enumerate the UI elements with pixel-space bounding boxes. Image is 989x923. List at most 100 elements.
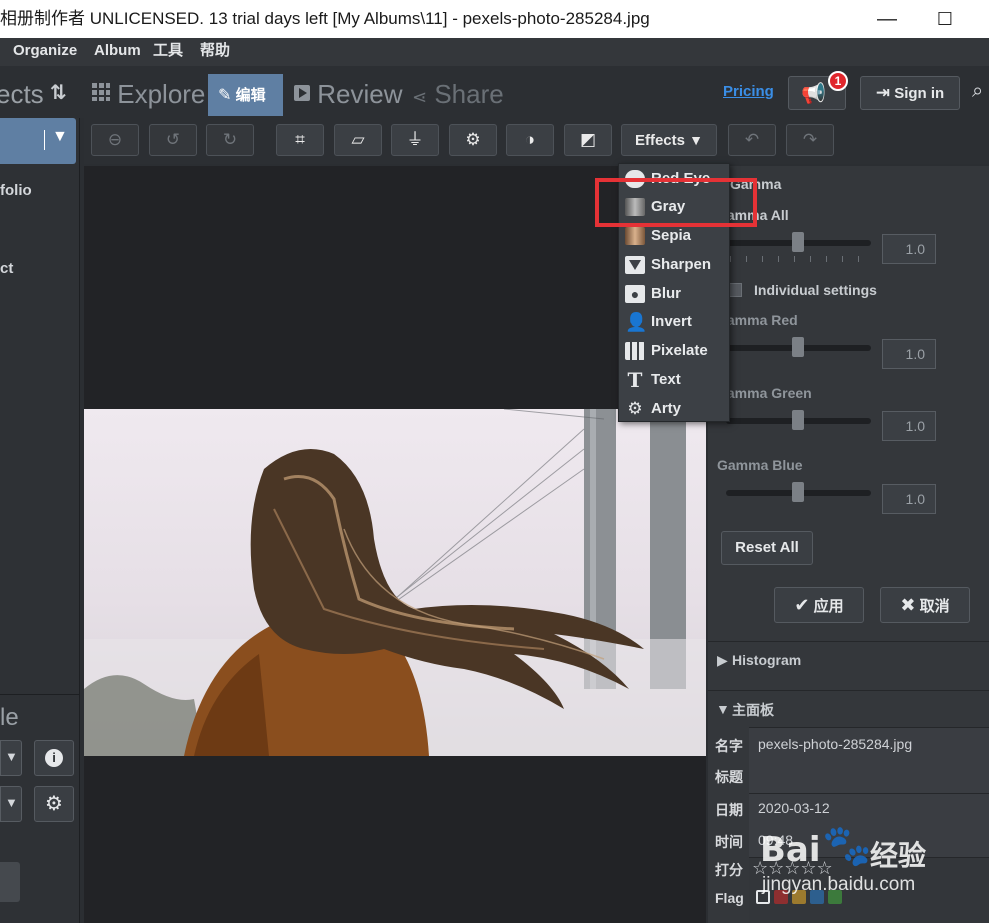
sidebar-item-portfolio[interactable]: folio — [0, 182, 32, 199]
reset-all-button[interactable]: Reset All — [721, 531, 813, 565]
chevron-down-icon: ▼ — [5, 749, 18, 764]
menu-tools[interactable]: 工具 — [153, 38, 183, 64]
gear-icon: ⚙ — [627, 399, 643, 419]
flag-color-picker[interactable] — [756, 890, 842, 906]
pencil-icon: ✎ — [218, 87, 232, 104]
remove-button[interactable]: ⊖ — [91, 124, 139, 156]
menu-item-blur[interactable]: ● Blur — [625, 281, 681, 307]
flag-none-swatch[interactable] — [756, 890, 770, 904]
histogram-label: Histogram — [732, 652, 802, 668]
dropdown-2[interactable]: ▼ — [0, 786, 22, 822]
menu-help[interactable]: 帮助 — [200, 38, 230, 64]
tab-explore[interactable]: Explore — [92, 74, 205, 116]
redo-button[interactable]: ↷ — [786, 124, 834, 156]
tab-review-label: Review — [317, 79, 403, 109]
crop-button[interactable]: ⌗ — [276, 124, 324, 156]
info-key-time: 时间 — [715, 834, 743, 850]
info-key-rating: 打分 — [715, 862, 743, 878]
minimize-button[interactable]: — — [862, 0, 912, 38]
dropdown-1[interactable]: ▼ — [0, 740, 22, 776]
gamma-all-slider-thumb[interactable] — [792, 232, 804, 252]
window-title: 相册制作者 UNLICENSED. 13 trial days left [My… — [0, 9, 650, 28]
gamma-green-slider-thumb[interactable] — [792, 410, 804, 430]
gamma-blue-value[interactable]: 1.0 — [882, 484, 936, 514]
notifications-button[interactable]: 📢 1 — [788, 71, 848, 110]
search-icon[interactable]: ⌕ — [972, 80, 983, 103]
effects-dropdown-button[interactable]: Effects ▼ — [621, 124, 717, 156]
notification-badge: 1 — [828, 71, 848, 91]
gamma-green-value[interactable]: 1.0 — [882, 411, 936, 441]
megaphone-icon: 📢 — [801, 83, 826, 105]
gamma-green-label: Gamma Green — [716, 385, 812, 401]
pricing-link[interactable]: Pricing — [723, 83, 774, 100]
sort-arrows-icon[interactable]: ⇅ — [50, 80, 67, 105]
info-key-date: 日期 — [715, 802, 743, 818]
menu-album[interactable]: Album — [94, 38, 141, 64]
flag-red-swatch[interactable] — [773, 890, 788, 904]
info-value-date[interactable]: 2020-03-12 — [758, 800, 830, 816]
rotate-right-icon: ↻ — [222, 130, 238, 149]
sign-in-button[interactable]: ⇥ Sign in — [860, 76, 960, 110]
rotate-right-button[interactable]: ↻ — [206, 124, 254, 156]
tab-edit[interactable]: ✎ 编辑 — [208, 74, 283, 116]
chevron-right-icon: ▶ — [717, 652, 728, 668]
info-button[interactable]: i — [34, 740, 74, 776]
redo-icon: ↷ — [802, 130, 818, 149]
flag-blue-swatch[interactable] — [809, 890, 824, 904]
rotate-left-button[interactable]: ↺ — [149, 124, 197, 156]
adjust-settings-button[interactable]: ⚙ — [449, 124, 497, 156]
gamma-red-value[interactable]: 1.0 — [882, 339, 936, 369]
sidebar-item-project[interactable]: ct — [0, 260, 13, 277]
contrast-icon: ◑ — [524, 130, 536, 149]
level-button[interactable]: ⏚ — [391, 124, 439, 156]
rating-stars[interactable]: ☆☆☆☆☆ — [752, 858, 833, 879]
tab-edit-label: 编辑 — [235, 87, 266, 104]
gamma-all-value[interactable]: 1.0 — [882, 234, 936, 264]
photo-preview — [84, 409, 706, 756]
exposure-icon: ◩ — [579, 130, 597, 149]
menu-item-invert[interactable]: 👤 Invert — [625, 309, 692, 335]
sidebar-divider — [0, 694, 80, 695]
droplet-icon: ● — [625, 285, 645, 304]
gamma-blue-slider-thumb[interactable] — [792, 482, 804, 502]
flag-yellow-swatch[interactable] — [791, 890, 806, 904]
chevron-down-icon: ▼ — [52, 128, 68, 145]
main-panel-section-header[interactable]: ▼ 主面板 — [708, 691, 989, 727]
individual-settings-checkbox[interactable] — [728, 283, 742, 297]
mode-tab-bar: ects ⇅ Explore ✎ 编辑 Review ⋖ Share Prici… — [0, 66, 989, 118]
menu-item-text[interactable]: T Text — [625, 367, 681, 393]
cancel-button[interactable]: ✖ 取消 — [880, 587, 970, 623]
sidebar-action-button[interactable] — [0, 862, 20, 902]
contrast-button[interactable]: ◑ — [506, 124, 554, 156]
apply-button[interactable]: ✔ 应用 — [774, 587, 864, 623]
menu-item-pixelate[interactable]: Pixelate — [625, 338, 708, 364]
level-icon: ⏚ — [406, 130, 424, 149]
menu-bar: Organize Album 工具 帮助 — [0, 38, 989, 66]
menu-item-sharpen[interactable]: Sharpen — [625, 252, 711, 278]
menu-item-arty[interactable]: ⚙ Arty — [625, 396, 681, 422]
text-icon: T — [627, 368, 643, 393]
share-icon: ⋖ — [412, 87, 428, 107]
exposure-button[interactable]: ◩ — [564, 124, 612, 156]
menu-organize[interactable]: Organize — [13, 38, 77, 64]
straighten-icon: ▱ — [351, 130, 365, 149]
menu-item-label: Blur — [651, 285, 681, 302]
info-value-time[interactable]: 09:48 — [758, 832, 793, 848]
flag-green-swatch[interactable] — [827, 890, 842, 904]
straighten-button[interactable]: ▱ — [334, 124, 382, 156]
settings-button[interactable]: ⚙ — [34, 786, 74, 822]
maximize-button[interactable]: ☐ — [920, 0, 970, 38]
tab-review[interactable]: Review — [294, 74, 402, 116]
tab-share[interactable]: ⋖ Share — [412, 74, 504, 116]
info-key-flag: Flag — [715, 890, 744, 906]
histogram-section-header[interactable]: ▶ Histogram — [708, 642, 989, 688]
menu-item-label: Text — [651, 371, 681, 388]
main-panel-title: 主面板 — [732, 702, 774, 718]
right-panel: Gamma Gamma All 1.0 Individual settings … — [708, 166, 989, 923]
apply-label: 应用 — [813, 598, 844, 615]
undo-button[interactable]: ↶ — [728, 124, 776, 156]
gamma-red-slider-thumb[interactable] — [792, 337, 804, 357]
tab-explore-label: Explore — [117, 79, 206, 109]
info-value-name[interactable]: pexels-photo-285284.jpg — [758, 736, 912, 752]
folder-selector[interactable]: ▼ — [0, 118, 76, 164]
